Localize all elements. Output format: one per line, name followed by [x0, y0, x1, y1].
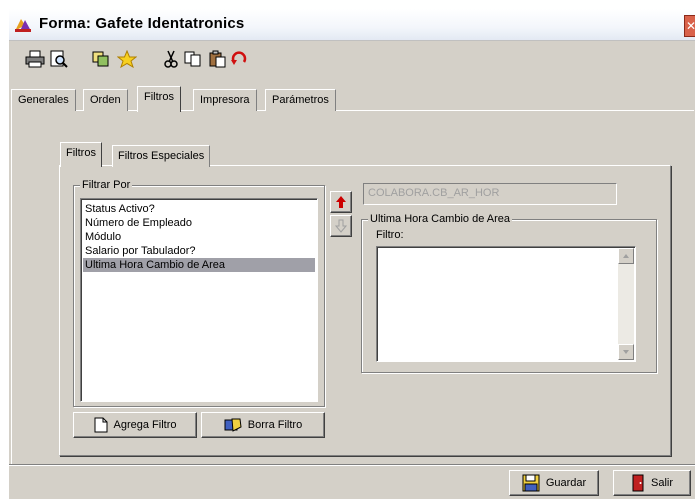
filter-by-group: Filtrar Por Status Activo? Número de Empl… [73, 179, 325, 407]
form-window: Forma: Gafete Identatronics ✕ [8, 8, 695, 499]
paste-icon [209, 50, 226, 68]
save-disk-icon [522, 474, 540, 492]
close-button[interactable]: ✕ [684, 15, 695, 37]
tab-filtros-especiales[interactable]: Filtros Especiales [112, 145, 211, 167]
exit-door-icon [632, 474, 644, 492]
undo-icon [231, 51, 247, 65]
favorite-button[interactable] [115, 47, 139, 71]
cut-button[interactable] [159, 47, 183, 71]
list-item[interactable]: Ultima Hora Cambio de Area [83, 258, 315, 272]
exit-button[interactable]: Salir [613, 470, 691, 496]
field-name-textbox: COLABORA.CB_AR_HOR [363, 183, 617, 205]
title-bar[interactable]: Forma: Gafete Identatronics ✕ [9, 9, 695, 41]
cut-icon [164, 50, 178, 68]
list-item[interactable]: Status Activo? [83, 202, 315, 216]
copy-form-button[interactable] [89, 47, 113, 71]
print-button[interactable] [23, 47, 47, 71]
new-document-icon [94, 417, 107, 433]
copy-icon [184, 51, 201, 67]
arrow-down-icon [335, 219, 347, 233]
filter-value-label: Filtro: [376, 229, 404, 241]
filter-field-list[interactable]: Status Activo? Número de Empleado Módulo Sa… [80, 198, 318, 402]
chevron-down-icon [623, 350, 629, 354]
filter-detail-label: Ultima Hora Cambio de Area [368, 213, 513, 225]
scroll-up-button[interactable] [618, 248, 634, 264]
print-preview-button[interactable] [47, 47, 71, 71]
filter-value-textarea[interactable] [376, 246, 636, 362]
erase-icon [224, 418, 242, 432]
window-title: Forma: Gafete Identatronics [39, 15, 245, 32]
scroll-down-button[interactable] [618, 344, 634, 360]
toolbar [9, 47, 695, 73]
printer-icon [25, 50, 45, 68]
tab-filtros-basicos[interactable]: Filtros [60, 142, 102, 167]
remove-filter-button[interactable]: Borra Filtro [201, 412, 325, 438]
tab-parametros[interactable]: Parámetros [265, 89, 336, 111]
filter-by-label: Filtrar Por [80, 179, 133, 191]
print-preview-icon [50, 50, 68, 68]
tab-impresora[interactable]: Impresora [193, 89, 257, 111]
tab-generales[interactable]: Generales [11, 89, 76, 111]
save-button[interactable]: Guardar [509, 470, 599, 496]
bottom-bar: Guardar Salir [9, 464, 695, 500]
paste-button[interactable] [205, 47, 229, 71]
filter-value-scrollbar[interactable] [618, 248, 634, 360]
move-up-button[interactable] [330, 191, 352, 213]
list-item[interactable]: Número de Empleado [83, 216, 315, 230]
copy-form-icon [92, 51, 109, 67]
tab-orden[interactable]: Orden [83, 89, 128, 111]
close-icon: ✕ [686, 19, 695, 33]
favorite-star-icon [117, 50, 137, 68]
app-logo-icon [13, 17, 33, 33]
tab-filtros[interactable]: Filtros [137, 86, 181, 112]
chevron-up-icon [623, 254, 629, 258]
add-filter-button[interactable]: Agrega Filtro [73, 412, 197, 438]
copy-button[interactable] [181, 47, 205, 71]
undo-button[interactable] [227, 47, 251, 71]
arrow-up-icon [336, 196, 346, 208]
list-item[interactable]: Módulo [83, 230, 315, 244]
move-down-button[interactable] [330, 215, 352, 237]
list-item[interactable]: Salario por Tabulador? [83, 244, 315, 258]
filter-detail-group: Ultima Hora Cambio de Area Filtro: [361, 213, 657, 373]
